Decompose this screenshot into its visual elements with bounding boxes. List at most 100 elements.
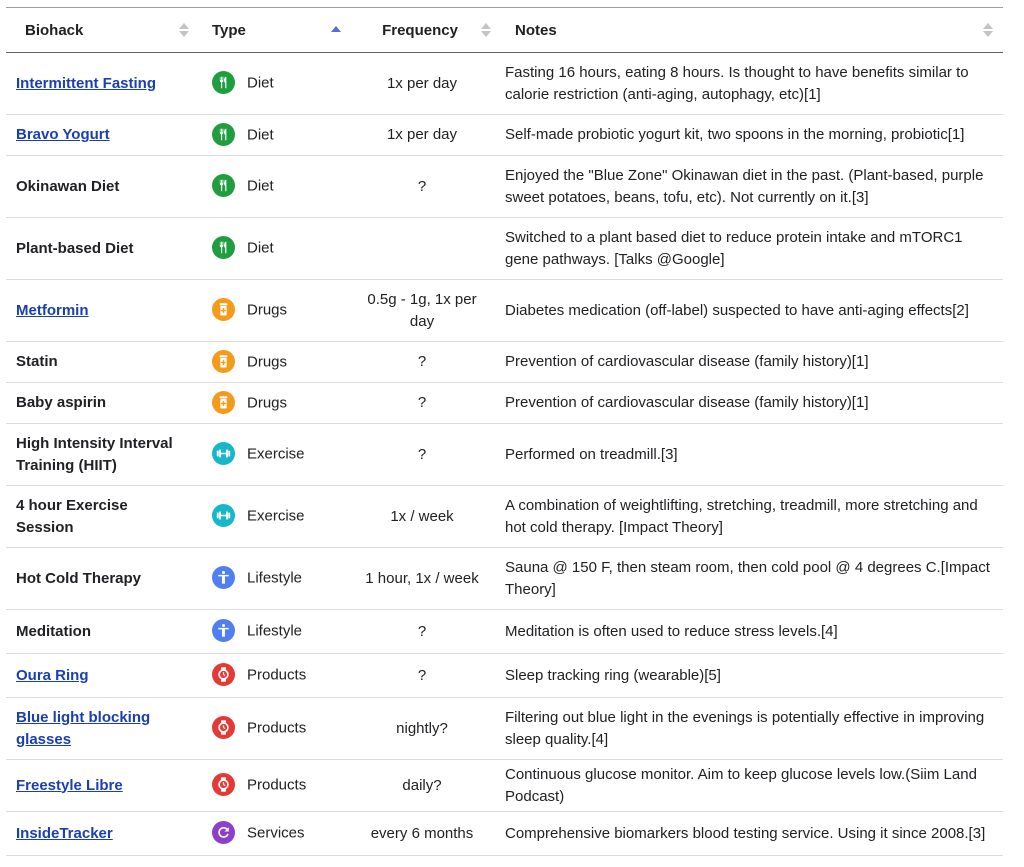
type-label: Diet: [247, 126, 274, 143]
biohack-link[interactable]: Oura Ring: [16, 667, 89, 684]
type-label: Services: [247, 824, 305, 842]
cell-frequency: every 6 months: [370, 824, 474, 842]
cell-frequency: ?: [417, 666, 427, 684]
table-row: Intermittent Fasting Diet 1x per day Fastin…: [6, 53, 1003, 115]
table-row: Freestyle Libre Products daily? Continuous …: [6, 760, 1003, 812]
cell-biohack: High Intensity Interval Training (HIIT): [6, 424, 199, 486]
biohack-link[interactable]: InsideTracker: [16, 825, 113, 842]
cell-type: Diet: [199, 156, 351, 218]
cell-type: Products: [199, 760, 351, 812]
cell-biohack: Metformin: [6, 280, 199, 342]
cell-frequency: daily?: [402, 776, 442, 794]
cell-frequency: ?: [417, 445, 427, 463]
header-notes[interactable]: Notes: [501, 8, 1003, 53]
pill-bottle-icon: [212, 349, 235, 373]
cell-notes: Comprehensive biomarkers blood testing s…: [505, 824, 986, 842]
cell-type: Diet: [199, 218, 351, 280]
cell-biohack: InsideTracker: [6, 812, 199, 856]
cell-notes: Continuous glucose monitor. Aim to keep …: [505, 765, 977, 805]
cell-notes: Prevention of cardiovascular disease (fa…: [505, 353, 869, 370]
header-biohack[interactable]: Biohack: [6, 8, 199, 53]
fork-knife-icon: [212, 236, 235, 259]
table-row: InsideTracker Services every 6 months Compr…: [6, 812, 1003, 856]
cell-type: Lifestyle: [199, 548, 351, 610]
type-label: Lifestyle: [247, 569, 303, 587]
cell-frequency: 1x per day: [386, 126, 458, 143]
cell-frequency: ?: [417, 622, 427, 640]
biohack-name: Statin: [16, 353, 58, 370]
cell-type: Drugs: [199, 383, 351, 424]
cell-type: Services: [199, 812, 351, 856]
cell-biohack: Meditation: [6, 610, 199, 654]
table-row: Meditation Lifestyle? Meditation is often …: [6, 610, 1003, 654]
cell-notes: Filtering out blue light in the evenings…: [505, 708, 985, 748]
cell-biohack: Blue light blocking glasses: [6, 698, 199, 760]
cell-frequency: nightly?: [396, 719, 448, 737]
dumbbell-icon: [212, 442, 235, 465]
table-row: Okinawan Diet Diet? Enjoyed the "Blue Zone…: [6, 156, 1003, 218]
cell-biohack: Freestyle Libre: [6, 760, 199, 812]
cell-notes: Sauna @ 150 F, then steam room, then col…: [505, 558, 990, 598]
cell-type: Exercise: [199, 424, 351, 486]
sort-icon[interactable]: [481, 22, 491, 38]
table-row: Bravo Yogurt Diet 1x per day Self-made prob…: [6, 115, 1003, 156]
cell-biohack: Hot Cold Therapy: [6, 548, 199, 610]
type-label: Diet: [247, 239, 274, 257]
biohack-name: 4 hour Exercise Session: [16, 496, 128, 536]
table-row: Blue light blocking glasses Products night…: [6, 698, 1003, 760]
biohack-name: Okinawan Diet: [16, 177, 120, 195]
type-label: Lifestyle: [247, 622, 303, 640]
pill-bottle-icon: [212, 298, 235, 321]
cell-biohack: Statin: [6, 342, 199, 383]
cell-type: Drugs: [199, 342, 351, 383]
table-header-row: Biohack Type Frequency Notes: [6, 7, 1003, 53]
cell-biohack: Baby aspirin: [6, 383, 199, 424]
type-label: Products: [247, 666, 307, 684]
biohack-name: High Intensity Interval Training (HIIT): [16, 434, 173, 474]
cell-biohack: Bravo Yogurt: [6, 115, 199, 156]
cell-frequency: 1x per day: [386, 74, 458, 92]
cell-type: Products: [199, 698, 351, 760]
cell-frequency: 1 hour, 1x / week: [365, 569, 479, 587]
watch-icon: [212, 716, 235, 739]
sort-icon[interactable]: [179, 22, 189, 38]
sort-icon[interactable]: [983, 22, 993, 38]
biohack-link[interactable]: Blue light blocking glasses: [16, 709, 150, 748]
table-row: Metformin Drugs 0.5g - 1g, 1x per day Diabe…: [6, 280, 1003, 342]
biohack-name: Plant-based Diet: [16, 239, 134, 257]
cell-notes: Prevention of cardiovascular disease (fa…: [505, 394, 869, 411]
biohack-link[interactable]: Metformin: [16, 302, 89, 319]
cell-type: Exercise: [199, 486, 351, 548]
biohack-name: Baby aspirin: [16, 394, 107, 411]
sort-ascending-icon[interactable]: [331, 22, 341, 38]
cell-type: Diet: [199, 53, 351, 115]
header-type[interactable]: Type: [199, 8, 351, 53]
dumbbell-icon: [212, 504, 235, 527]
cell-notes: Meditation is often used to reduce stres…: [505, 622, 838, 640]
biohacks-table-container: Biohack Type Frequency Notes Intermitten…: [6, 7, 1003, 856]
biohack-name: Meditation: [16, 622, 91, 640]
cell-frequency: 0.5g - 1g, 1x per day: [367, 290, 477, 330]
pill-bottle-icon: [212, 390, 235, 414]
fork-knife-icon: [212, 71, 235, 94]
biohack-link[interactable]: Bravo Yogurt: [16, 126, 110, 143]
type-label: Products: [247, 776, 307, 794]
table-row: Baby aspirin Drugs? Prevention of cardiova…: [6, 383, 1003, 424]
cell-type: Products: [199, 654, 351, 698]
header-frequency[interactable]: Frequency: [351, 8, 501, 53]
table-row: Plant-based Diet Diet Switched to a plant …: [6, 218, 1003, 280]
fork-knife-icon: [212, 122, 235, 146]
table-body: Intermittent Fasting Diet 1x per day Fastin…: [6, 53, 1003, 856]
person-icon: [212, 566, 235, 589]
table-row: Oura Ring Products? Sleep tracking ring (w…: [6, 654, 1003, 698]
biohack-link[interactable]: Intermittent Fasting: [16, 75, 156, 92]
type-label: Diet: [247, 177, 274, 195]
cell-type: Drugs: [199, 280, 351, 342]
cell-notes: Performed on treadmill.[3]: [505, 445, 678, 463]
person-icon: [212, 619, 235, 642]
type-label: Exercise: [247, 445, 305, 463]
biohack-link[interactable]: Freestyle Libre: [16, 777, 123, 794]
cell-frequency: [351, 218, 501, 280]
type-label: Products: [247, 719, 307, 737]
cell-biohack: Okinawan Diet: [6, 156, 199, 218]
